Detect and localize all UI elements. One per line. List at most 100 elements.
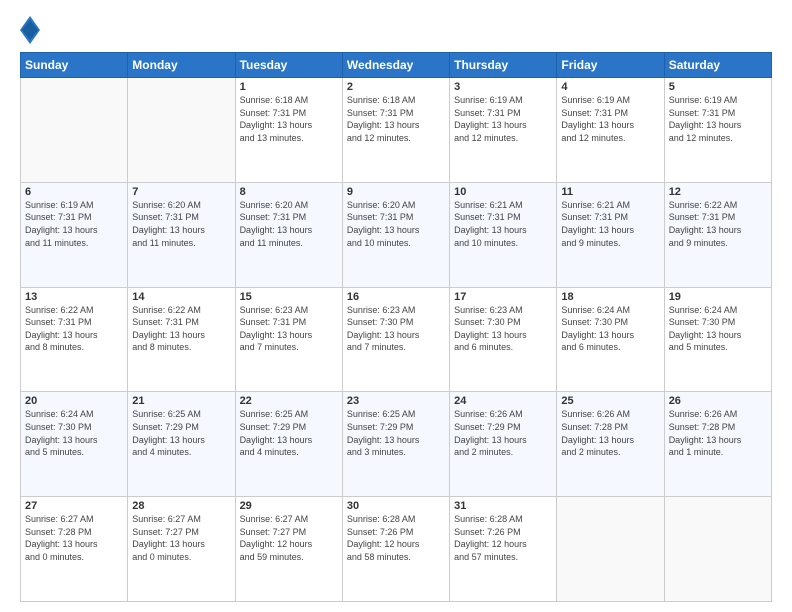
calendar-cell [21,78,128,183]
calendar-table: SundayMondayTuesdayWednesdayThursdayFrid… [20,52,772,602]
day-info: Sunrise: 6:25 AM Sunset: 7:29 PM Dayligh… [240,408,338,458]
day-number: 26 [669,395,767,407]
day-number: 14 [132,291,230,303]
day-info: Sunrise: 6:21 AM Sunset: 7:31 PM Dayligh… [561,199,659,249]
day-info: Sunrise: 6:25 AM Sunset: 7:29 PM Dayligh… [132,408,230,458]
day-number: 21 [132,395,230,407]
calendar-cell [664,497,771,602]
calendar-cell: 17Sunrise: 6:23 AM Sunset: 7:30 PM Dayli… [450,287,557,392]
day-info: Sunrise: 6:18 AM Sunset: 7:31 PM Dayligh… [347,94,445,144]
day-number: 8 [240,186,338,198]
day-number: 18 [561,291,659,303]
day-number: 27 [25,500,123,512]
calendar-cell: 5Sunrise: 6:19 AM Sunset: 7:31 PM Daylig… [664,78,771,183]
calendar-cell: 4Sunrise: 6:19 AM Sunset: 7:31 PM Daylig… [557,78,664,183]
day-info: Sunrise: 6:19 AM Sunset: 7:31 PM Dayligh… [561,94,659,144]
day-info: Sunrise: 6:27 AM Sunset: 7:27 PM Dayligh… [132,513,230,563]
calendar-cell: 29Sunrise: 6:27 AM Sunset: 7:27 PM Dayli… [235,497,342,602]
calendar-cell: 16Sunrise: 6:23 AM Sunset: 7:30 PM Dayli… [342,287,449,392]
day-number: 7 [132,186,230,198]
calendar-cell: 21Sunrise: 6:25 AM Sunset: 7:29 PM Dayli… [128,392,235,497]
calendar-cell: 20Sunrise: 6:24 AM Sunset: 7:30 PM Dayli… [21,392,128,497]
calendar-cell: 23Sunrise: 6:25 AM Sunset: 7:29 PM Dayli… [342,392,449,497]
day-info: Sunrise: 6:22 AM Sunset: 7:31 PM Dayligh… [25,304,123,354]
weekday-header-thursday: Thursday [450,53,557,78]
logo-icon [20,16,40,44]
day-number: 13 [25,291,123,303]
calendar-cell: 28Sunrise: 6:27 AM Sunset: 7:27 PM Dayli… [128,497,235,602]
day-info: Sunrise: 6:23 AM Sunset: 7:31 PM Dayligh… [240,304,338,354]
calendar-cell: 31Sunrise: 6:28 AM Sunset: 7:26 PM Dayli… [450,497,557,602]
day-info: Sunrise: 6:27 AM Sunset: 7:28 PM Dayligh… [25,513,123,563]
day-info: Sunrise: 6:20 AM Sunset: 7:31 PM Dayligh… [240,199,338,249]
day-info: Sunrise: 6:28 AM Sunset: 7:26 PM Dayligh… [454,513,552,563]
calendar-cell: 3Sunrise: 6:19 AM Sunset: 7:31 PM Daylig… [450,78,557,183]
day-info: Sunrise: 6:20 AM Sunset: 7:31 PM Dayligh… [132,199,230,249]
calendar-cell: 10Sunrise: 6:21 AM Sunset: 7:31 PM Dayli… [450,182,557,287]
weekday-header-row: SundayMondayTuesdayWednesdayThursdayFrid… [21,53,772,78]
day-info: Sunrise: 6:22 AM Sunset: 7:31 PM Dayligh… [132,304,230,354]
weekday-header-friday: Friday [557,53,664,78]
header [20,16,772,44]
day-info: Sunrise: 6:24 AM Sunset: 7:30 PM Dayligh… [561,304,659,354]
calendar-cell: 22Sunrise: 6:25 AM Sunset: 7:29 PM Dayli… [235,392,342,497]
calendar-cell: 25Sunrise: 6:26 AM Sunset: 7:28 PM Dayli… [557,392,664,497]
calendar-cell: 7Sunrise: 6:20 AM Sunset: 7:31 PM Daylig… [128,182,235,287]
calendar-cell: 26Sunrise: 6:26 AM Sunset: 7:28 PM Dayli… [664,392,771,497]
day-number: 22 [240,395,338,407]
day-number: 4 [561,81,659,93]
calendar-cell: 18Sunrise: 6:24 AM Sunset: 7:30 PM Dayli… [557,287,664,392]
day-number: 30 [347,500,445,512]
calendar-cell: 24Sunrise: 6:26 AM Sunset: 7:29 PM Dayli… [450,392,557,497]
day-number: 15 [240,291,338,303]
day-number: 12 [669,186,767,198]
calendar-cell: 2Sunrise: 6:18 AM Sunset: 7:31 PM Daylig… [342,78,449,183]
day-number: 11 [561,186,659,198]
day-info: Sunrise: 6:23 AM Sunset: 7:30 PM Dayligh… [347,304,445,354]
day-info: Sunrise: 6:26 AM Sunset: 7:29 PM Dayligh… [454,408,552,458]
day-number: 10 [454,186,552,198]
day-number: 9 [347,186,445,198]
day-info: Sunrise: 6:22 AM Sunset: 7:31 PM Dayligh… [669,199,767,249]
day-number: 2 [347,81,445,93]
day-number: 3 [454,81,552,93]
weekday-header-sunday: Sunday [21,53,128,78]
day-info: Sunrise: 6:26 AM Sunset: 7:28 PM Dayligh… [669,408,767,458]
day-info: Sunrise: 6:28 AM Sunset: 7:26 PM Dayligh… [347,513,445,563]
day-info: Sunrise: 6:24 AM Sunset: 7:30 PM Dayligh… [25,408,123,458]
calendar-cell: 6Sunrise: 6:19 AM Sunset: 7:31 PM Daylig… [21,182,128,287]
calendar-cell: 14Sunrise: 6:22 AM Sunset: 7:31 PM Dayli… [128,287,235,392]
day-info: Sunrise: 6:23 AM Sunset: 7:30 PM Dayligh… [454,304,552,354]
day-number: 16 [347,291,445,303]
day-number: 19 [669,291,767,303]
calendar-cell: 1Sunrise: 6:18 AM Sunset: 7:31 PM Daylig… [235,78,342,183]
calendar-week-row: 20Sunrise: 6:24 AM Sunset: 7:30 PM Dayli… [21,392,772,497]
day-number: 28 [132,500,230,512]
logo [20,16,44,44]
day-info: Sunrise: 6:19 AM Sunset: 7:31 PM Dayligh… [454,94,552,144]
day-number: 20 [25,395,123,407]
day-number: 1 [240,81,338,93]
calendar-cell: 27Sunrise: 6:27 AM Sunset: 7:28 PM Dayli… [21,497,128,602]
day-info: Sunrise: 6:19 AM Sunset: 7:31 PM Dayligh… [669,94,767,144]
calendar-cell: 11Sunrise: 6:21 AM Sunset: 7:31 PM Dayli… [557,182,664,287]
calendar-week-row: 13Sunrise: 6:22 AM Sunset: 7:31 PM Dayli… [21,287,772,392]
calendar-cell: 12Sunrise: 6:22 AM Sunset: 7:31 PM Dayli… [664,182,771,287]
day-number: 5 [669,81,767,93]
calendar-cell: 15Sunrise: 6:23 AM Sunset: 7:31 PM Dayli… [235,287,342,392]
day-number: 24 [454,395,552,407]
weekday-header-wednesday: Wednesday [342,53,449,78]
day-number: 17 [454,291,552,303]
day-number: 31 [454,500,552,512]
day-info: Sunrise: 6:19 AM Sunset: 7:31 PM Dayligh… [25,199,123,249]
calendar-cell: 19Sunrise: 6:24 AM Sunset: 7:30 PM Dayli… [664,287,771,392]
weekday-header-monday: Monday [128,53,235,78]
day-number: 29 [240,500,338,512]
calendar-cell: 8Sunrise: 6:20 AM Sunset: 7:31 PM Daylig… [235,182,342,287]
day-info: Sunrise: 6:18 AM Sunset: 7:31 PM Dayligh… [240,94,338,144]
day-number: 23 [347,395,445,407]
calendar-cell [128,78,235,183]
calendar-cell: 9Sunrise: 6:20 AM Sunset: 7:31 PM Daylig… [342,182,449,287]
day-info: Sunrise: 6:25 AM Sunset: 7:29 PM Dayligh… [347,408,445,458]
day-number: 25 [561,395,659,407]
